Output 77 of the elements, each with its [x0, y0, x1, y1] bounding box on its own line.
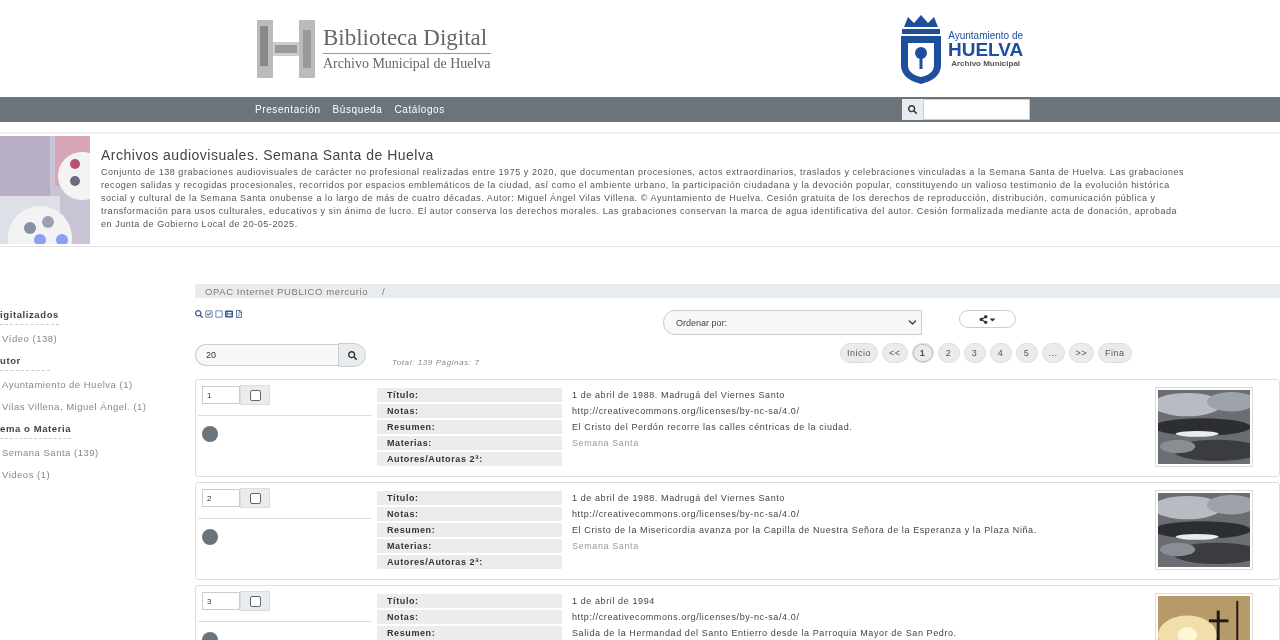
field-label: Resumen:: [377, 523, 562, 537]
results-per-page-field[interactable]: 20: [195, 344, 338, 366]
sort-select[interactable]: Ordenar por:: [663, 310, 922, 335]
field-label: Título:: [377, 388, 562, 402]
field-label: Notas:: [377, 507, 562, 521]
record-number-field[interactable]: 2: [202, 489, 240, 507]
facet-link[interactable]: Vídeo (138): [2, 333, 195, 344]
share-icon: [978, 314, 988, 324]
facet-link[interactable]: Ayuntamiento de Huelva (1): [2, 379, 195, 390]
share-button[interactable]: [959, 310, 1016, 328]
page-button[interactable]: >>: [1068, 343, 1095, 363]
field-value: El Cristo de la Misericordia avanza por la Capilla de Nuestra Señora de la Esperanza y la Plaza Niña.: [572, 524, 1038, 537]
page-button[interactable]: 5: [1015, 343, 1038, 363]
field-label: Resumen:: [377, 420, 562, 434]
field-label: Autores/Autoras 2ª:: [377, 555, 562, 569]
status-dot: [202, 426, 218, 442]
search-icon: [908, 105, 917, 114]
search-icon[interactable]: [195, 310, 203, 318]
page-button[interactable]: 2: [937, 343, 960, 363]
field-value: 1 de abril de 1988. Madrugá del Viernes Santo: [572, 389, 786, 402]
nav-link[interactable]: Búsqueda: [332, 104, 383, 115]
field-label: Notas:: [377, 610, 562, 624]
facet-link[interactable]: Vilas Villena, Miguel Ángel. (1): [2, 401, 195, 412]
check-all-icon[interactable]: [205, 310, 213, 318]
page-button[interactable]: Fina: [1098, 343, 1132, 363]
field-value: http://creativecommons.org/licenses/by-nc-sa/4.0/: [572, 508, 801, 521]
page-button[interactable]: Inicio: [840, 343, 878, 363]
pdf-icon[interactable]: [235, 310, 243, 318]
partner-logo-text: HUELVA: [948, 40, 1024, 59]
page-button[interactable]: 1: [911, 343, 934, 363]
field-value: Salida de la Hermandad del Santo Entierro desde la Parroquia Mayor de San Pedro.: [572, 627, 958, 640]
facet-heading: ema o Materia: [0, 423, 72, 439]
field-label: Materias:: [377, 436, 562, 450]
record-number-field[interactable]: 3: [202, 592, 240, 610]
field-value: http://creativecommons.org/licenses/by-nc-sa/4.0/: [572, 405, 801, 418]
field-value: http://creativecommons.org/licenses/by-nc-sa/4.0/: [572, 611, 801, 624]
nav-link[interactable]: Catálogos: [394, 104, 445, 115]
record-number-field[interactable]: 1: [202, 386, 240, 404]
nav-link[interactable]: Presentación: [255, 104, 321, 115]
facet-heading: utor: [0, 355, 50, 371]
field-value: 1 de abril de 1988. Madrugá del Viernes Santo: [572, 492, 786, 505]
page-button[interactable]: <<: [882, 343, 908, 363]
page-button[interactable]: 4: [989, 343, 1012, 363]
facet-heading: igitalizados: [0, 309, 59, 325]
collection-description: Conjunto de 138 grabaciones audiovisuales de carácter no profesional realizadas entre 1975 y 2020, que documentan procesiones, actos extraordinarios, traslados y celebraciones vinculadas a la Semana Santa de Huelva. Las grabaciones recogen salidas y recogidas procesionales, recorridos por espacios emblemáticos de la ciudad, así como el ambiente urbano, la participación ciudadana y la devoción popular, constituyendo un valioso testimonio de la evolución histórica social y cultural de la Semana Santa onubense a lo largo de más de cuatro décadas. Autor: Miguel Ángel Vilas Villena. © Ayuntamiento de Huelva. Cesión gratuita de los derechos de reproducción, distribución, comunicación pública y transformación para usos culturales, educativos y sin ánimo de lucro. El autor conserva los derechos morales. Las grabaciones conservan la marca de agua identificativa del autor. Cesión formalizada mediante acta de donación, aprobada en Junta de Gobierno Local de 20-05-2025.: [101, 166, 1185, 231]
field-label: Autores/Autoras 2ª:: [377, 452, 562, 466]
page-button[interactable]: ...: [1041, 343, 1065, 363]
search-field[interactable]: [923, 99, 1030, 120]
chevron-icon: [908, 318, 917, 327]
breadcrumb-separator: /: [382, 285, 386, 297]
status-dot: [202, 529, 218, 545]
field-label: Notas:: [377, 404, 562, 418]
field-label: Título:: [377, 491, 562, 505]
logo-subtitle: Archivo Municipal de Huelva: [323, 56, 491, 72]
page-button[interactable]: 3: [963, 343, 986, 363]
facet-link[interactable]: Semana Santa (139): [2, 447, 195, 458]
search-button[interactable]: [902, 99, 923, 120]
field-label: Título:: [377, 594, 562, 608]
logo-title: Biblioteca Digital: [323, 25, 491, 54]
field-value: 1 de abril de 1994: [572, 595, 656, 608]
list-icon[interactable]: [225, 310, 233, 318]
logo-icon: [255, 17, 317, 80]
partner-logo-text: Ayuntamiento de: [948, 29, 1024, 41]
field-label: Resumen:: [377, 626, 562, 640]
search-icon: [347, 350, 357, 360]
search-button[interactable]: [338, 343, 366, 367]
partner-logo-text: Archivo Municipal: [951, 58, 1021, 68]
select-checkbox[interactable]: [240, 488, 270, 508]
breadcrumb-link[interactable]: OPAC Internet PUBLICO mercurio: [205, 285, 368, 297]
facet-link[interactable]: Videos (1): [2, 469, 195, 480]
field-value: El Cristo del Perdón recorre las calles céntricas de la ciudad.: [572, 421, 854, 434]
select-checkbox[interactable]: [240, 385, 270, 405]
collection-title: Archivos audiovisuales. Semana Santa de Huelva: [101, 147, 435, 163]
uncheck-icon[interactable]: [215, 310, 223, 318]
select-checkbox[interactable]: [240, 591, 270, 611]
field-label: Materias:: [377, 539, 562, 553]
results-total: Total: 139 Páginas: 7: [392, 357, 481, 367]
